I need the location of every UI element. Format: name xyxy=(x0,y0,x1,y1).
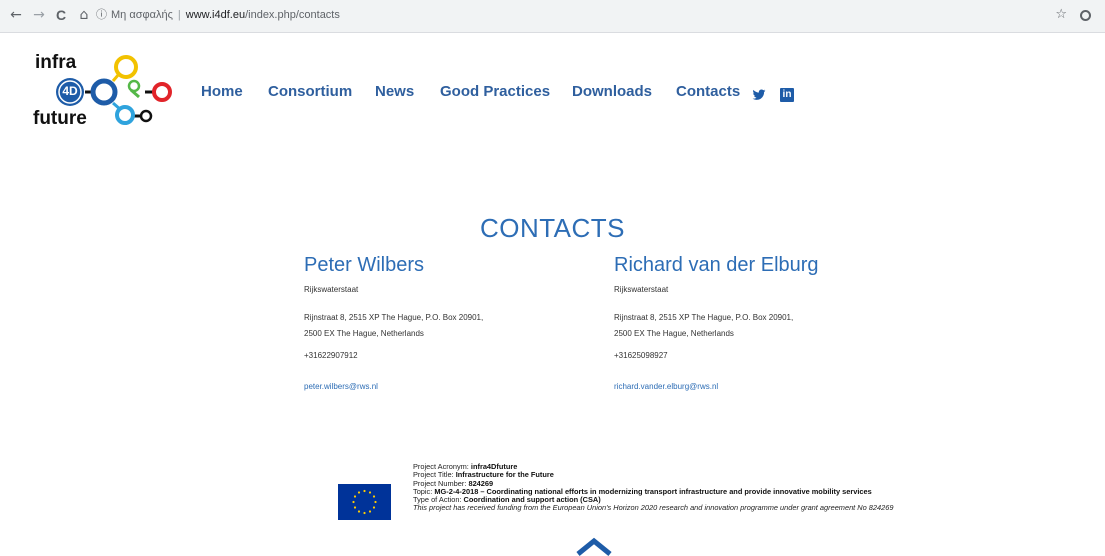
logo-word-4d: 4D xyxy=(62,84,78,98)
page-title: CONTACTS xyxy=(479,213,626,243)
info-icon[interactable]: ⓘ xyxy=(96,8,107,21)
nav-consortium[interactable]: Consortium xyxy=(268,83,352,100)
extension-icon[interactable] xyxy=(1080,10,1091,21)
funding-note: This project has received funding from t… xyxy=(413,503,894,513)
address-bar[interactable]: ⓘ Μη ασφαλής | www.i4df.eu/index.php/contac… xyxy=(96,4,1046,26)
contact-name: Peter Wilbers xyxy=(304,254,425,276)
nav-contacts[interactable]: Contacts xyxy=(676,83,740,100)
browser-toolbar: ← → C ⌂ ⓘ Μη ασφαλής | www.i4df.eu/index.ph… xyxy=(0,0,1105,33)
project-info: Project Acronym: infra4Dfuture Project T… xyxy=(413,462,894,513)
address-separator: | xyxy=(177,9,181,21)
back-icon[interactable]: ← xyxy=(8,7,24,23)
contact-card: Richard van der Elburg Rijkswaterstaat R… xyxy=(614,253,914,394)
nav-news[interactable]: News xyxy=(375,83,414,100)
url-host: www.i4df.eu xyxy=(185,9,246,21)
security-label: Μη ασφαλής xyxy=(111,9,173,21)
contact-phone: +31622907912 xyxy=(304,351,358,360)
eu-stars xyxy=(352,489,377,515)
address-line-1: Rijnstraat 8, 2515 XP The Hague, P.O. Bo… xyxy=(304,313,484,322)
contact-email-link[interactable]: peter.wilbers@rws.nl xyxy=(304,382,378,391)
site-logo[interactable]: infra 4D future xyxy=(33,52,173,132)
scroll-to-top-icon[interactable] xyxy=(574,536,614,556)
linkedin-icon[interactable]: in xyxy=(780,88,794,102)
address-line-1: Rijnstraat 8, 2515 XP The Hague, P.O. Bo… xyxy=(614,313,794,322)
contact-email-link[interactable]: richard.vander.elburg@rws.nl xyxy=(614,382,718,391)
logo-word-infra: infra xyxy=(35,52,77,73)
forward-icon[interactable]: → xyxy=(31,7,47,23)
contact-address: Rijnstraat 8, 2515 XP The Hague, P.O. Bo… xyxy=(304,310,604,342)
nav-downloads[interactable]: Downloads xyxy=(572,83,652,100)
contact-address: Rijnstraat 8, 2515 XP The Hague, P.O. Bo… xyxy=(614,310,914,342)
contact-name: Richard van der Elburg xyxy=(614,254,819,276)
eu-flag-icon xyxy=(338,484,391,520)
address-line-2: 2500 EX The Hague, Netherlands xyxy=(304,329,424,338)
nav-home[interactable]: Home xyxy=(201,83,243,100)
contact-organization: Rijkswaterstaat xyxy=(304,285,359,294)
contact-card: Peter Wilbers Rijkswaterstaat Rijnstraat… xyxy=(304,253,604,394)
contact-organization: Rijkswaterstaat xyxy=(614,285,669,294)
contact-phone: +31625098927 xyxy=(614,351,668,360)
twitter-icon[interactable] xyxy=(752,88,766,102)
address-line-2: 2500 EX The Hague, Netherlands xyxy=(614,329,734,338)
home-icon[interactable]: ⌂ xyxy=(76,7,92,23)
bookmark-icon[interactable]: ☆ xyxy=(1055,7,1067,23)
url-path: /index.php/contacts xyxy=(245,9,340,21)
nav-good-practices[interactable]: Good Practices xyxy=(440,83,550,100)
reload-icon[interactable]: C xyxy=(53,7,69,23)
logo-word-future: future xyxy=(33,108,87,129)
